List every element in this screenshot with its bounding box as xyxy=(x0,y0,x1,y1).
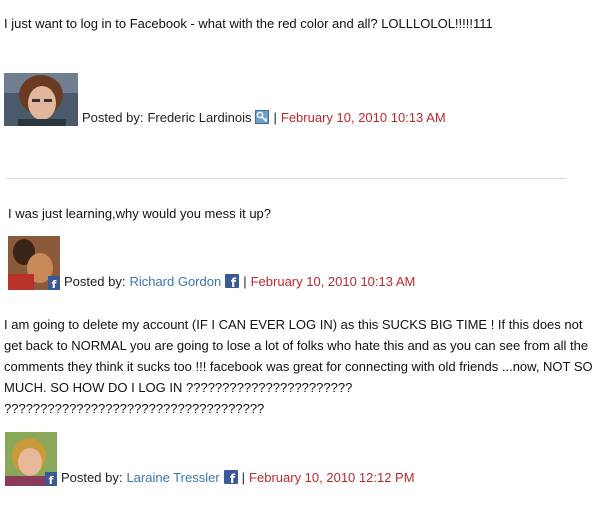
post-attribution: Posted by: Laraine Tressler f | February… xyxy=(61,470,415,486)
separator: | xyxy=(243,274,247,289)
comment-text: I was just learning,why would you mess i… xyxy=(8,206,272,221)
admin-key-icon[interactable] xyxy=(255,110,270,124)
author-name: Frederic Lardinois xyxy=(147,110,252,125)
posted-by-label: Posted by: xyxy=(61,470,123,485)
post-date: February 10, 2010 10:13 AM xyxy=(250,274,416,289)
separator: | xyxy=(273,110,277,125)
facebook-icon[interactable]: f xyxy=(225,274,240,288)
comment-meta: f Posted by: Laraine Tressler f | Februa… xyxy=(5,430,415,486)
comment-meta: f Posted by: Richard Gordon f | February… xyxy=(8,234,415,290)
post-attribution: Posted by: Richard Gordon f | February 1… xyxy=(64,274,415,290)
svg-text:f: f xyxy=(231,276,237,288)
separator: | xyxy=(241,470,246,485)
comment-text: I just want to log in to Facebook - what… xyxy=(4,16,493,31)
svg-text:f: f xyxy=(230,472,236,484)
post-date: February 10, 2010 12:12 PM xyxy=(249,470,415,485)
facebook-icon[interactable]: f xyxy=(223,470,238,484)
author-link[interactable]: Richard Gordon xyxy=(129,274,221,290)
comment-text: I am going to delete my account (IF I CA… xyxy=(4,317,593,416)
comment-divider xyxy=(6,178,566,179)
author-link[interactable]: Laraine Tressler xyxy=(126,470,219,486)
posted-by-label: Posted by: xyxy=(82,110,144,125)
avatar[interactable]: f xyxy=(5,432,57,486)
svg-text:f: f xyxy=(49,474,54,486)
avatar[interactable] xyxy=(4,73,78,126)
post-date: February 10, 2010 10:13 AM xyxy=(280,110,446,125)
comment-meta: Posted by: Frederic Lardinois | February… xyxy=(4,70,446,126)
post-attribution: Posted by: Frederic Lardinois | February… xyxy=(82,110,446,126)
svg-text:f: f xyxy=(52,278,57,290)
avatar[interactable]: f xyxy=(8,236,60,290)
posted-by-label: Posted by: xyxy=(64,274,126,289)
